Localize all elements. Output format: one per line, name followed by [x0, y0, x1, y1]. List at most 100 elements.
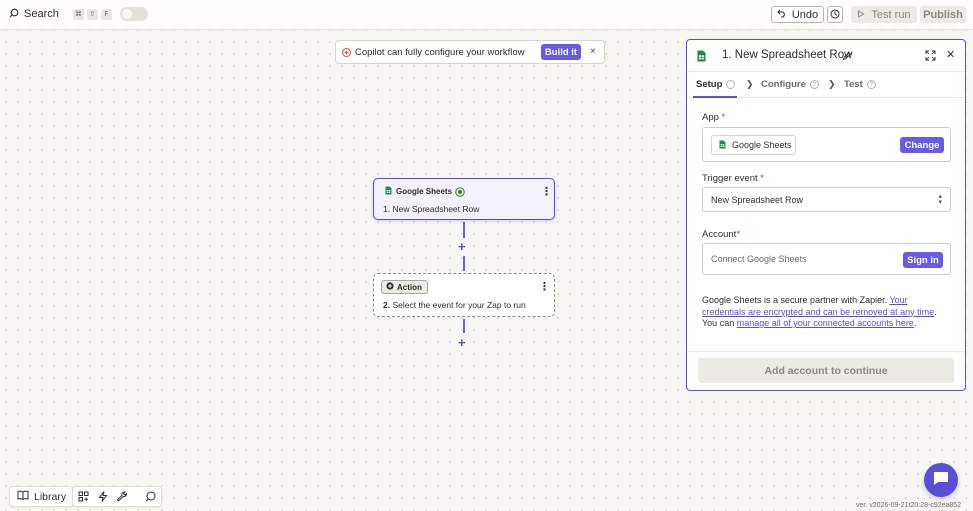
tab-label: Setup	[696, 79, 723, 90]
shortcut-key: ⇧	[86, 8, 98, 20]
google-sheets-icon	[385, 186, 392, 197]
status-circle-icon: ?	[809, 80, 819, 89]
info-text: Google Sheets is a secure partner with Z…	[702, 295, 890, 305]
library-label: Library	[34, 490, 67, 503]
trigger-event-select[interactable]: New Spreadsheet Row ▴ ▾	[702, 187, 951, 212]
toggle-switch[interactable]	[119, 7, 148, 21]
play-icon	[857, 9, 865, 21]
trigger-app-name: Google Sheets	[396, 187, 453, 196]
chevron-right-icon: ❯	[828, 79, 836, 89]
shortcut-key: ⌘	[72, 8, 84, 20]
required-marker: *	[721, 112, 726, 123]
apps-grid-icon[interactable]	[78, 491, 89, 505]
build-it-button[interactable]: Build it	[541, 44, 581, 60]
sign-in-button[interactable]: Sign in	[903, 252, 943, 268]
panel-title: 1. New Spreadsheet Row	[722, 49, 853, 61]
account-placeholder: Connect Google Sheets	[711, 254, 807, 264]
security-info-text: Google Sheets is a secure partner with Z…	[702, 295, 952, 330]
wrench-icon[interactable]	[117, 491, 128, 505]
status-check-icon	[455, 186, 465, 200]
test-run-label: Test run	[871, 8, 911, 21]
test-run-button[interactable]: Test run	[851, 6, 917, 23]
trigger-event-label: Trigger event *	[702, 173, 764, 184]
expand-icon[interactable]	[925, 50, 936, 64]
more-options-icon[interactable]: ⋮	[539, 282, 550, 293]
tab-configure[interactable]: Configure ?	[761, 79, 819, 90]
publish-button[interactable]: Publish	[920, 6, 966, 23]
selected-app-name: Google Sheets	[732, 140, 792, 150]
undo-icon	[777, 9, 787, 21]
panel-tabs: Setup ❯ Configure ? ❯ Test ?	[687, 72, 965, 98]
copilot-banner: Copilot can fully configure your workflo…	[335, 40, 605, 64]
required-marker: *	[736, 229, 741, 240]
action-step-title: 2. Select the event for your Zap to run	[383, 300, 526, 310]
account-label-text: Account	[702, 229, 737, 240]
search-shortcut: ⌘ ⇧ F	[72, 8, 112, 20]
canvas-tools	[72, 486, 162, 507]
status-circle-icon	[726, 80, 736, 89]
lightning-icon[interactable]	[98, 491, 108, 505]
selected-app-chip: Google Sheets	[711, 135, 796, 155]
trigger-label-text: Trigger event	[702, 173, 758, 184]
status-circle-icon: ?	[866, 80, 876, 89]
top-bar: Search ⌘ ⇧ F Undo Test run Publish	[0, 0, 973, 30]
comment-icon[interactable]	[145, 491, 156, 505]
divider	[687, 351, 965, 352]
add-account-continue-button[interactable]: Add account to continue	[698, 358, 954, 383]
action-step-card[interactable]: Action ⋮ 2. Select the event for your Za…	[373, 273, 555, 317]
step-editor-panel: 1. New Spreadsheet Row ✕ Setup ❯ Configu…	[686, 39, 966, 391]
action-step-number: 2.	[383, 300, 391, 310]
trigger-step-title: 1. New Spreadsheet Row	[383, 204, 480, 214]
version-label: ver. v2026-09-21t20:28-c92ea852	[856, 502, 962, 509]
google-sheets-icon	[719, 140, 726, 151]
action-step-text: Select the event for your Zap to run	[392, 300, 526, 310]
trigger-app: Google Sheets	[385, 186, 452, 197]
history-icon	[830, 8, 840, 22]
trigger-event-value: New Spreadsheet Row	[711, 195, 804, 205]
change-app-button[interactable]: Change	[900, 137, 944, 153]
version-history-button[interactable]	[827, 6, 843, 23]
app-field-label: App *	[702, 112, 725, 123]
copilot-icon	[342, 47, 351, 57]
tab-label: Test	[844, 79, 863, 90]
connector-line	[463, 319, 465, 333]
app-field: Google Sheets Change	[702, 127, 951, 162]
chevron-right-icon: ❯	[746, 79, 754, 89]
close-icon[interactable]: ✕	[946, 48, 955, 61]
tab-label: Configure	[761, 79, 806, 90]
search-icon	[9, 8, 19, 21]
manage-accounts-link[interactable]: manage all of your connected accounts he…	[737, 318, 914, 328]
tab-setup[interactable]: Setup	[696, 79, 736, 90]
chat-support-button[interactable]	[924, 463, 958, 497]
panel-header: 1. New Spreadsheet Row ✕	[687, 40, 965, 72]
add-step-icon[interactable]: +	[458, 240, 466, 253]
publish-label: Publish	[923, 8, 963, 21]
app-label-text: App	[702, 112, 719, 123]
search-label: Search	[24, 8, 59, 20]
shortcut-key: F	[100, 8, 112, 20]
close-icon[interactable]: ×	[590, 46, 596, 57]
info-text: .	[913, 318, 917, 328]
more-options-icon[interactable]: ⋮	[541, 187, 552, 198]
select-arrows-icon: ▴ ▾	[938, 193, 942, 206]
trigger-step-card[interactable]: Google Sheets ⋮ 1. New Spreadsheet Row	[373, 178, 555, 220]
undo-label: Undo	[791, 8, 819, 21]
copilot-message: Copilot can fully configure your workflo…	[355, 46, 525, 58]
connector-line	[463, 222, 465, 238]
active-tab-indicator	[693, 96, 737, 98]
tab-test[interactable]: Test ?	[844, 79, 876, 90]
account-field-label: Account*	[702, 229, 740, 240]
edit-title-icon[interactable]	[842, 50, 852, 64]
action-badge-label: Action	[397, 282, 422, 292]
chat-icon	[933, 471, 949, 489]
book-icon	[17, 490, 29, 503]
google-sheets-icon	[697, 50, 706, 65]
undo-button[interactable]: Undo	[771, 6, 824, 23]
required-marker: *	[760, 173, 764, 184]
action-icon	[386, 282, 394, 292]
account-field[interactable]: Connect Google Sheets Sign in	[702, 243, 951, 275]
search-button[interactable]: Search ⌘ ⇧ F	[9, 7, 148, 21]
connector-line	[463, 256, 465, 271]
add-step-icon[interactable]: +	[458, 336, 466, 349]
library-button[interactable]: Library	[9, 486, 75, 507]
